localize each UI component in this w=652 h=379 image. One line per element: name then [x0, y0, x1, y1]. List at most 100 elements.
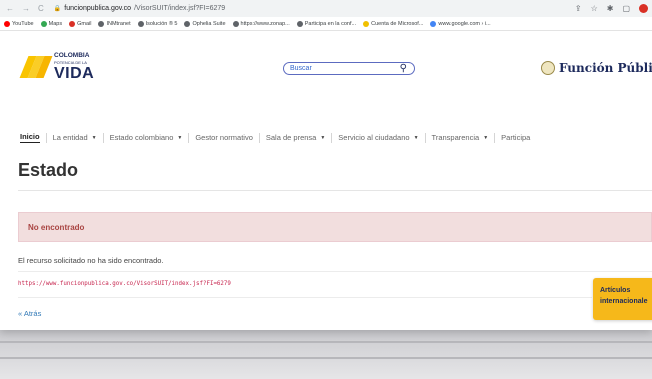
- bookmark-item[interactable]: https://www.zonap...: [232, 20, 290, 27]
- entity-logo[interactable]: Función Públic: [541, 61, 652, 75]
- nav-separator: [424, 132, 426, 143]
- main-nav: Inicio La entidad ▼ Estado colombiano ▼ Gesto…: [20, 132, 652, 143]
- bookmark-item[interactable]: Ophelia Suite: [184, 20, 226, 27]
- bookmark-item[interactable]: Cuenta de Microsof...: [363, 20, 424, 27]
- bookmark-icon: [98, 20, 105, 27]
- nav-item-label: Inicio: [20, 132, 40, 141]
- nav-item[interactable]: Participa: [501, 133, 530, 142]
- bookmark-label: Ophelia Suite: [192, 20, 226, 27]
- articles-button[interactable]: Artículos internacionale: [593, 278, 652, 320]
- requested-url: https://www.funcionpublica.gov.co/VisorS…: [18, 281, 231, 287]
- colombia-logo[interactable]: COLOMBIA POTENCIA DE LA VIDA: [19, 52, 95, 82]
- bookmark-icon: [40, 20, 47, 27]
- browser-nav: ← → C: [6, 4, 44, 13]
- site-header: COLOMBIA POTENCIA DE LA VIDA Buscar ⚲ Fu…: [0, 31, 652, 97]
- nav-item-label: Estado colombiano: [109, 133, 174, 142]
- bookmark-label: Gmail: [77, 20, 92, 27]
- divider: [18, 297, 592, 298]
- bookmark-item[interactable]: INMtranet: [98, 20, 131, 27]
- articles-line2: internacionale: [600, 297, 648, 305]
- nav-item[interactable]: Inicio: [20, 132, 40, 143]
- bookmark-label: https://www.zonap...: [240, 20, 290, 27]
- bookmark-item[interactable]: Gmail: [69, 20, 92, 27]
- error-message: El recurso solicitado no ha sido encontr…: [18, 256, 164, 265]
- back-link[interactable]: « Atrás: [18, 309, 41, 318]
- back-arrow-icon[interactable]: ←: [6, 4, 14, 13]
- alert-title: No encontrado: [28, 222, 85, 232]
- share-icon[interactable]: ⇪: [575, 4, 582, 13]
- nav-separator: [258, 132, 260, 143]
- bookmark-label: Maps: [48, 20, 63, 27]
- sidebar-icon[interactable]: ▢: [622, 4, 630, 13]
- browser-window: ← → C 🔒 funcionpublica.gov.co/VisorSUIT/…: [0, 0, 652, 330]
- lock-icon: 🔒: [53, 6, 62, 12]
- logo-mark: [19, 56, 53, 79]
- nav-item-label: La entidad: [52, 133, 88, 142]
- nav-separator: [494, 132, 496, 143]
- nav-item[interactable]: Sala de prensa ▼: [266, 133, 325, 142]
- bookmark-icon: [430, 20, 437, 27]
- nav-separator: [45, 132, 47, 143]
- url-domain: funcionpublica.gov.co: [64, 5, 132, 12]
- chevron-down-icon: ▼: [320, 134, 326, 141]
- bookmark-icon: [4, 20, 10, 27]
- chevron-down-icon: ▼: [483, 134, 489, 141]
- bookmark-icon: [184, 20, 191, 27]
- extensions-icon[interactable]: ✱: [607, 4, 614, 13]
- entity-name: Función Públic: [559, 61, 652, 75]
- nav-item-label: Servicio al ciudadano: [338, 133, 410, 142]
- logo-line1: COLOMBIA: [54, 52, 90, 59]
- bezel-line: [0, 357, 652, 359]
- nav-item-label: Gestor normativo: [195, 133, 253, 142]
- bookmark-label: INMtranet: [106, 20, 131, 27]
- bookmark-item[interactable]: Isolución ® 5: [137, 20, 178, 27]
- star-icon[interactable]: ☆: [591, 4, 598, 13]
- bookmark-icon: [296, 20, 303, 27]
- bookmark-icon: [363, 20, 370, 27]
- bookmark-label: Isolución ® 5: [145, 20, 178, 27]
- nav-item[interactable]: Servicio al ciudadano ▼: [338, 133, 418, 142]
- bookmark-item[interactable]: Participa en la conf...: [296, 20, 357, 27]
- bookmark-item[interactable]: YouTube: [4, 20, 34, 27]
- search-input[interactable]: Buscar ⚲: [283, 62, 415, 75]
- coat-of-arms-icon: [541, 61, 555, 75]
- bookmark-icon: [137, 20, 144, 27]
- url-path: /VisorSUIT/index.jsf?FI=6279: [134, 5, 226, 12]
- nav-separator: [102, 132, 104, 143]
- page-title: Estado: [18, 160, 79, 180]
- reload-icon[interactable]: C: [38, 4, 44, 13]
- chevron-down-icon: ▼: [91, 134, 97, 141]
- logo-line2: POTENCIA DE LA: [54, 59, 87, 65]
- screen-bezel: [0, 327, 652, 379]
- profile-avatar[interactable]: [639, 4, 648, 13]
- nav-item[interactable]: Transparencia ▼: [432, 133, 489, 142]
- nav-separator: [188, 132, 190, 143]
- logo-line3: VIDA: [54, 64, 95, 82]
- bookmark-item[interactable]: www.google.com › i...: [430, 20, 491, 27]
- nav-separator: [331, 132, 333, 143]
- bookmarks-bar: YouTube Maps Gmail INMtranet Isolución ® 5 Op…: [0, 17, 652, 31]
- address-bar: ← → C 🔒 funcionpublica.gov.co/VisorSUIT/…: [0, 0, 652, 17]
- divider: [18, 271, 652, 272]
- nav-item[interactable]: Estado colombiano ▼: [110, 133, 183, 142]
- url-field[interactable]: 🔒 funcionpublica.gov.co/VisorSUIT/index.…: [54, 5, 225, 12]
- bookmark-icon: [69, 20, 76, 27]
- search-icon[interactable]: ⚲: [400, 63, 407, 74]
- forward-arrow-icon[interactable]: →: [22, 4, 30, 13]
- nav-item[interactable]: Gestor normativo: [195, 133, 253, 142]
- bookmark-icon: [232, 20, 239, 27]
- search-placeholder: Buscar: [290, 65, 312, 72]
- bookmark-item[interactable]: Maps: [40, 20, 63, 27]
- divider: [18, 190, 652, 191]
- bookmark-label: YouTube: [12, 20, 34, 27]
- nav-item-label: Participa: [501, 133, 531, 142]
- browser-actions: ⇪ ☆ ✱ ▢: [575, 4, 652, 13]
- bookmark-label: Participa en la conf...: [304, 20, 357, 27]
- logo-text: COLOMBIA POTENCIA DE LA VIDA: [54, 52, 95, 82]
- bookmark-label: www.google.com › i...: [438, 20, 491, 27]
- bookmark-label: Cuenta de Microsof...: [371, 20, 424, 27]
- not-found-alert: No encontrado: [18, 212, 652, 242]
- chevron-down-icon: ▼: [177, 134, 183, 141]
- nav-item[interactable]: La entidad ▼: [53, 133, 97, 142]
- chevron-down-icon: ▼: [413, 134, 419, 141]
